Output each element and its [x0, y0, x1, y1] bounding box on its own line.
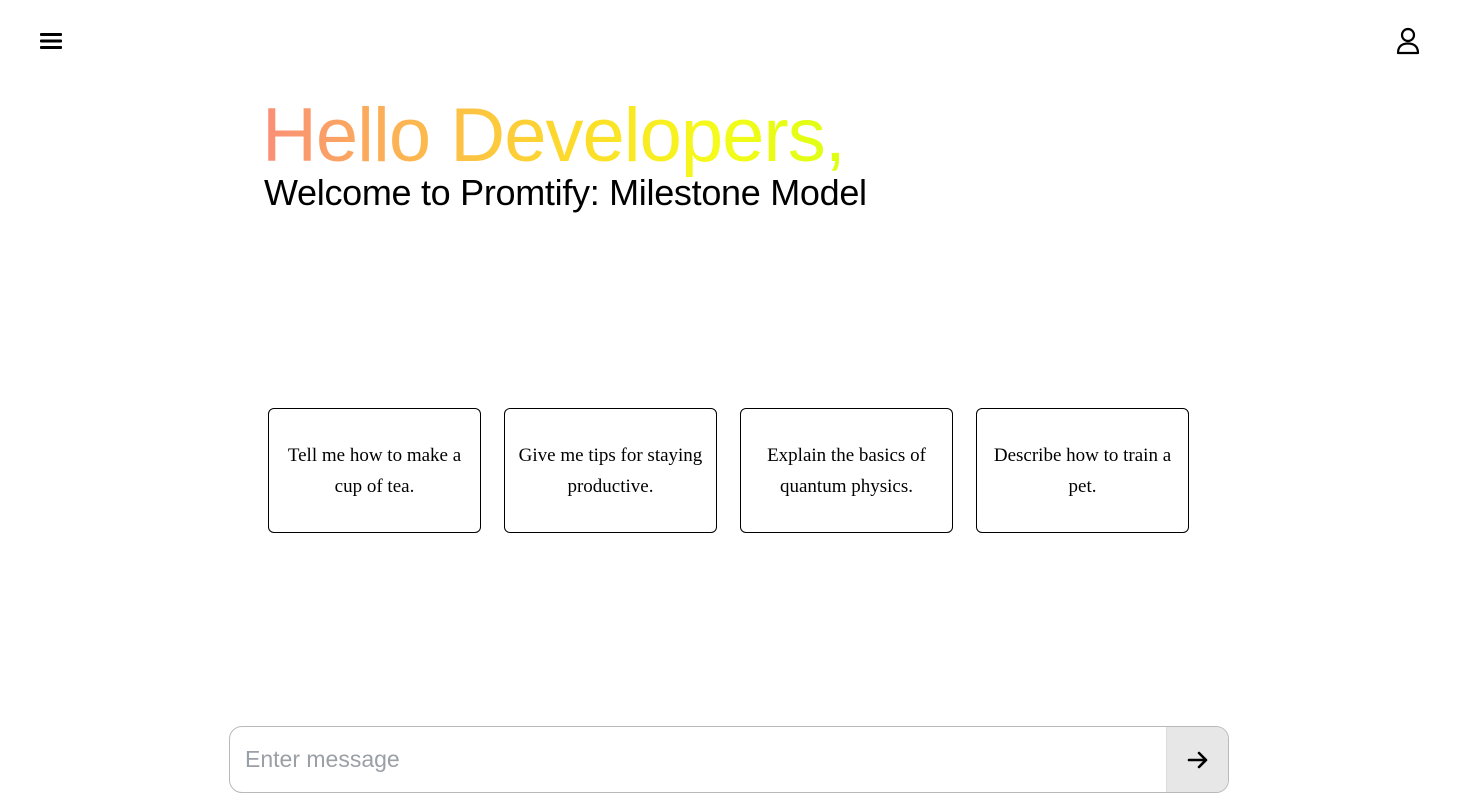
hero-section: Hello Developers, Welcome to Promtify: M…: [262, 92, 867, 214]
suggestion-card[interactable]: Tell me how to make a cup of tea.: [268, 408, 481, 533]
user-profile-button[interactable]: [1394, 26, 1422, 56]
suggestion-card-text: Explain the basics of quantum physics.: [767, 444, 926, 497]
hero-subtitle: Welcome to Promtify: Milestone Model: [264, 172, 867, 213]
suggestion-card-text: Describe how to train a pet.: [993, 444, 1172, 497]
send-button[interactable]: [1166, 727, 1228, 792]
message-composer: [229, 726, 1229, 793]
suggestion-card[interactable]: Describe how to train a pet.: [976, 408, 1189, 533]
suggestion-card-text: Tell me how to make a cup of tea.: [287, 444, 462, 497]
menu-button[interactable]: [38, 28, 64, 54]
suggestion-card[interactable]: Explain the basics of quantum physics.: [740, 408, 953, 533]
suggestion-cards: Tell me how to make a cup of tea. Give m…: [268, 408, 1189, 533]
hamburger-menu-icon: [40, 33, 62, 49]
suggestion-card[interactable]: Give me tips for staying productive.: [504, 408, 717, 533]
chat-home-page: Hello Developers, Welcome to Promtify: M…: [0, 0, 1458, 802]
hero-title: Hello Developers,: [262, 92, 867, 180]
message-input[interactable]: [230, 727, 1166, 792]
arrow-right-icon: [1187, 751, 1207, 768]
suggestion-card-text: Give me tips for staying productive.: [518, 444, 703, 497]
user-profile-icon: [1396, 27, 1420, 55]
